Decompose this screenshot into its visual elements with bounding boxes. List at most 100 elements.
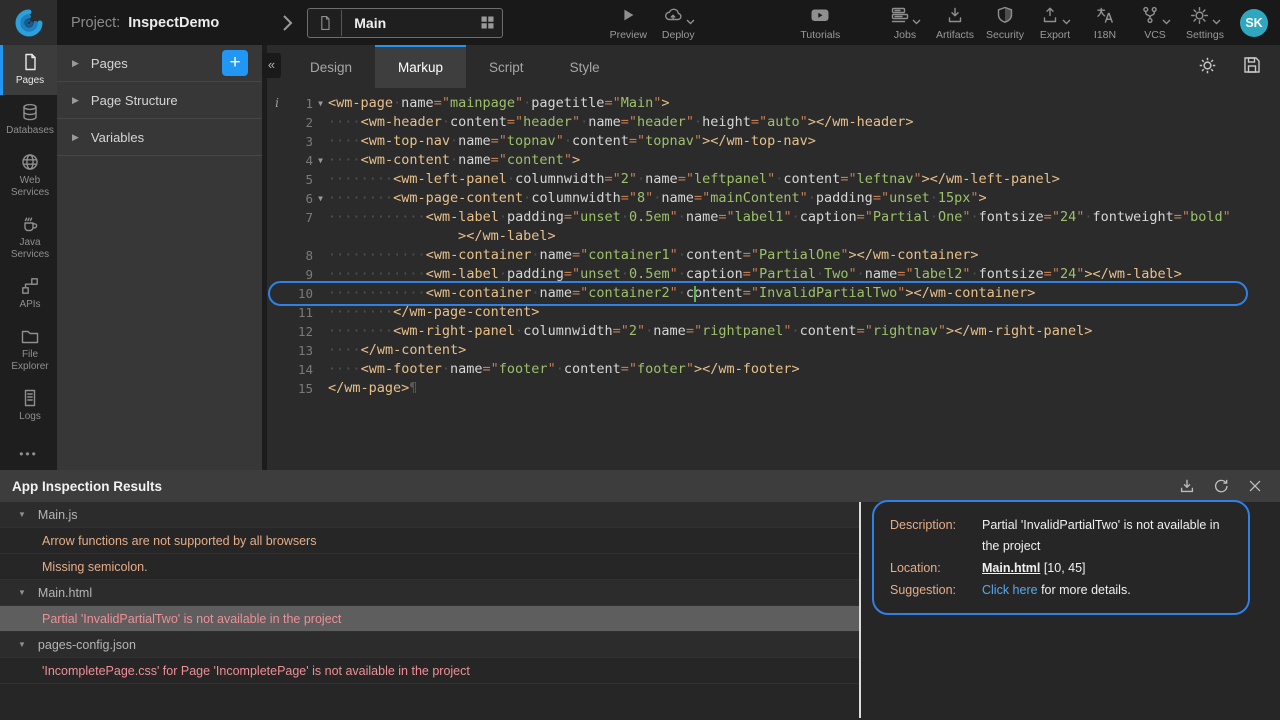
sidebar-item-databases[interactable]: Databases [0, 95, 57, 145]
fold-caret-icon[interactable]: ▼ [313, 189, 328, 208]
add-page-button[interactable]: + [222, 50, 248, 76]
inspection-group-main-js[interactable]: ▼Main.js [0, 502, 860, 528]
avatar[interactable]: SK [1240, 9, 1268, 37]
upload-tray-icon [1040, 5, 1060, 25]
code-text: ············<wm-label·padding="unset·0.5… [328, 265, 1280, 284]
code-line[interactable]: 3····<wm-top-nav·name="topnav"·content="… [267, 132, 1280, 151]
inspection-result-row[interactable]: Missing semicolon. [0, 554, 860, 580]
vcs-button[interactable]: VCS [1132, 4, 1178, 41]
sidebar-item-web-services[interactable]: Web Services [0, 145, 57, 207]
collapse-panel-button[interactable]: « [262, 53, 281, 78]
sidebar-item-label: Databases [6, 125, 54, 137]
security-button[interactable]: Security [982, 4, 1028, 41]
line-number: 4 [287, 151, 313, 170]
description-label: Description: [890, 515, 982, 557]
fold-gutter [313, 132, 328, 151]
code-line[interactable]: i1▼<wm-page·name="mainpage"·pagetitle="M… [267, 94, 1280, 113]
location-label: Location: [890, 558, 982, 579]
location-file-link[interactable]: Main.html [982, 561, 1040, 575]
sidebar-item-file-explorer[interactable]: File Explorer [0, 319, 57, 381]
error-detail-tooltip: Description: Partial 'InvalidPartialTwo'… [872, 500, 1250, 615]
code-line[interactable]: 14····<wm-footer·name="footer"·content="… [267, 360, 1280, 379]
code-line[interactable]: ></wm-label> [267, 227, 1280, 246]
result-message: Arrow functions are not supported by all… [42, 534, 316, 548]
code-line[interactable]: 9············<wm-label·padding="unset·0.… [267, 265, 1280, 284]
expand-arrow-icon[interactable]: ▶ [72, 58, 79, 69]
chevron-down-icon [1162, 19, 1171, 25]
action-label: Deploy [662, 29, 695, 41]
inspection-result-row[interactable]: Partial 'InvalidPartialTwo' is not avail… [0, 606, 860, 632]
inspection-result-row[interactable]: 'IncompletePage.css' for Page 'Incomplet… [0, 658, 860, 684]
group-file-name: pages-config.json [38, 638, 136, 652]
sidebar-item-java-services[interactable]: Java Services [0, 207, 57, 269]
topbar: Project: InspectDemo Main PreviewDeploy … [0, 0, 1280, 45]
sidebar-item-logs[interactable]: Logs [0, 381, 57, 431]
inspection-group-pages-config-json[interactable]: ▼ pages-config.json [0, 632, 860, 658]
jobs-button[interactable]: Jobs [882, 4, 928, 41]
i18n-button[interactable]: I18N [1082, 4, 1128, 41]
sidebar-item-label: Pages [16, 75, 44, 87]
code-line[interactable]: 13····</wm-content> [267, 341, 1280, 360]
tab-markup[interactable]: Markup [375, 45, 466, 88]
code-line[interactable]: 7············<wm-label·padding="unset·0.… [267, 208, 1280, 227]
wavemaker-logo[interactable] [0, 0, 57, 45]
section-label: Page Structure [91, 93, 178, 108]
fold-caret-icon[interactable]: ▼ [313, 151, 328, 170]
fold-caret-icon[interactable]: ▼ [313, 94, 328, 113]
tab-script[interactable]: Script [466, 45, 547, 88]
artifacts-button[interactable]: Artifacts [932, 4, 978, 41]
download-report-icon[interactable] [1178, 477, 1196, 495]
code-line[interactable]: 12········<wm-right-panel·columnwidth="2… [267, 322, 1280, 341]
chevron-down-icon [686, 19, 695, 25]
explorer-section-page-structure[interactable]: ▶ Page Structure [57, 82, 262, 119]
expand-arrow-icon[interactable]: ▶ [72, 95, 79, 106]
collapse-triangle-icon[interactable]: ▼ [18, 640, 26, 649]
app-inspection-panel: App Inspection Results ▼Main.js Arrow fun… [0, 470, 1280, 720]
code-line[interactable]: 5········<wm-left-panel·columnwidth="2"·… [267, 170, 1280, 189]
tab-style[interactable]: Style [547, 45, 623, 88]
line-number: 12 [287, 322, 313, 341]
fold-gutter [313, 341, 328, 360]
click-here-link[interactable]: Click here [982, 583, 1038, 597]
code-line[interactable]: 4▼····<wm-content·name="content"> [267, 151, 1280, 170]
sidebar-item-apis[interactable]: APIs [0, 269, 57, 319]
inspection-title: App Inspection Results [12, 479, 162, 494]
tab-design[interactable]: Design [287, 45, 375, 88]
expand-arrow-icon[interactable]: ▶ [72, 132, 79, 143]
line-number: 14 [287, 360, 313, 379]
page-selector[interactable]: Main [307, 8, 503, 38]
collapse-triangle-icon[interactable]: ▼ [18, 510, 26, 519]
line-number: 5 [287, 170, 313, 189]
action-label: Preview [610, 29, 647, 41]
globe-icon [20, 152, 40, 172]
tutorials-button[interactable]: Tutorials [797, 4, 843, 41]
result-message: Missing semicolon. [42, 560, 148, 574]
code-line[interactable]: 6▼········<wm-page-content·columnwidth="… [267, 189, 1280, 208]
inspection-group-main-html[interactable]: ▼Main.html [0, 580, 860, 606]
markup-code-editor[interactable]: i1▼<wm-page·name="mainpage"·pagetitle="M… [267, 88, 1280, 398]
code-line[interactable]: 8············<wm-container·name="contain… [267, 246, 1280, 265]
explorer-section-variables[interactable]: ▶Variables [57, 119, 262, 156]
code-text: ····</wm-content> [328, 341, 1280, 360]
deploy-button[interactable]: Deploy [655, 4, 701, 41]
inspection-result-row[interactable]: Arrow functions are not supported by all… [0, 528, 860, 554]
collapse-triangle-icon[interactable]: ▼ [18, 588, 26, 597]
settings-button[interactable]: Settings [1182, 4, 1228, 41]
refresh-icon[interactable] [1212, 477, 1230, 495]
code-line[interactable]: 11········</wm-page-content> [267, 303, 1280, 322]
explorer-section-pages[interactable]: ▶Pages+ [57, 45, 262, 82]
chevron-down-icon [912, 19, 921, 25]
markup-settings-gear-icon[interactable] [1197, 55, 1218, 76]
code-line[interactable]: 2····<wm-header·content="header"·name="h… [267, 113, 1280, 132]
sidebar-more-button[interactable]: ••• [0, 447, 57, 461]
grid-icon[interactable] [472, 15, 502, 30]
export-button[interactable]: Export [1032, 4, 1078, 41]
sidebar-item-pages[interactable]: Pages [0, 45, 57, 95]
line-number: 3 [287, 132, 313, 151]
close-icon[interactable] [1246, 477, 1264, 495]
gutter-annotation [267, 246, 287, 265]
code-line[interactable]: 15</wm-page>¶ [267, 379, 1280, 398]
preview-button[interactable]: Preview [605, 4, 651, 41]
save-icon[interactable] [1242, 55, 1262, 76]
code-line-error-highlighted[interactable]: 10············<wm-container·name="contai… [267, 284, 1280, 303]
